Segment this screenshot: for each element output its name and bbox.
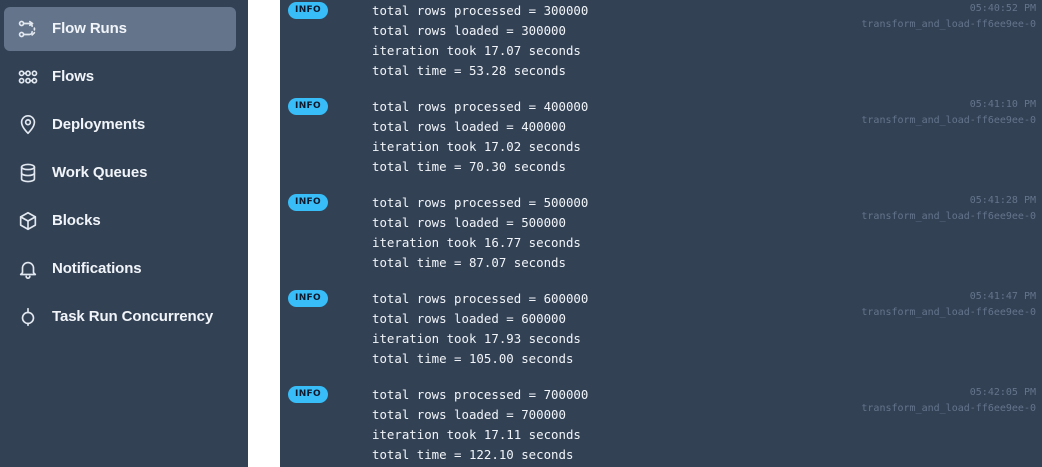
log-timestamp: 05:41:10 PM bbox=[969, 99, 1036, 110]
content-gutter bbox=[248, 0, 280, 467]
log-timestamp: 05:41:28 PM bbox=[969, 195, 1036, 206]
log-message-line: total rows processed = 700000 bbox=[372, 387, 589, 402]
sidebar-item-label: Notifications bbox=[52, 260, 142, 277]
log-level-badge: INFO bbox=[288, 2, 328, 19]
log-level-badge: INFO bbox=[288, 98, 328, 115]
log-entry: INFO total rows processed = 700000 total… bbox=[280, 384, 1042, 467]
log-entry: INFO total rows processed = 500000 total… bbox=[280, 192, 1042, 288]
log-message-line: total time = 53.28 seconds bbox=[372, 63, 566, 78]
log-message-line: total time = 105.00 seconds bbox=[372, 351, 574, 366]
log-message-line: total time = 87.07 seconds bbox=[372, 255, 566, 270]
sidebar: Flow Runs Flows Deployments Work Queues … bbox=[0, 0, 248, 467]
log-task-name[interactable]: transform_and_load-ff6ee9ee-0 bbox=[861, 211, 1036, 222]
log-message-line: iteration took 17.93 seconds bbox=[372, 331, 581, 346]
log-message-line: total rows loaded = 700000 bbox=[372, 407, 566, 422]
sidebar-item-flows[interactable]: Flows bbox=[4, 55, 236, 99]
log-message-line: total rows loaded = 600000 bbox=[372, 311, 566, 326]
log-message-line: iteration took 17.11 seconds bbox=[372, 427, 581, 442]
log-message-line: total time = 70.30 seconds bbox=[372, 159, 566, 174]
log-message-line: total rows loaded = 300000 bbox=[372, 23, 566, 38]
log-message-line: iteration took 17.07 seconds bbox=[372, 43, 581, 58]
log-entry: INFO total rows processed = 400000 total… bbox=[280, 96, 1042, 192]
sidebar-item-work-queues[interactable]: Work Queues bbox=[4, 151, 236, 195]
sidebar-item-label: Deployments bbox=[52, 116, 146, 133]
sidebar-item-label: Task Run Concurrency bbox=[52, 308, 214, 325]
sidebar-item-blocks[interactable]: Blocks bbox=[4, 199, 236, 243]
flows-icon bbox=[17, 66, 39, 88]
sidebar-item-deployments[interactable]: Deployments bbox=[4, 103, 236, 147]
log-message-line: total rows processed = 600000 bbox=[372, 291, 589, 306]
log-message-line: total rows processed = 400000 bbox=[372, 99, 589, 114]
cube-icon bbox=[17, 210, 39, 232]
log-message-line: total rows processed = 500000 bbox=[372, 195, 589, 210]
log-level-badge: INFO bbox=[288, 386, 328, 403]
log-task-name[interactable]: transform_and_load-ff6ee9ee-0 bbox=[861, 19, 1036, 30]
log-message-line: iteration took 16.77 seconds bbox=[372, 235, 581, 250]
log-timestamp: 05:42:05 PM bbox=[969, 387, 1036, 398]
log-message-line: iteration took 17.02 seconds bbox=[372, 139, 581, 154]
log-timestamp: 05:40:52 PM bbox=[969, 3, 1036, 14]
log-message-line: total rows loaded = 500000 bbox=[372, 215, 566, 230]
log-level-badge: INFO bbox=[288, 290, 328, 307]
flow-runs-icon bbox=[17, 18, 39, 40]
concurrency-icon bbox=[17, 306, 39, 328]
log-message-line: total rows loaded = 400000 bbox=[372, 119, 566, 134]
log-task-name[interactable]: transform_and_load-ff6ee9ee-0 bbox=[861, 115, 1036, 126]
sidebar-item-label: Flow Runs bbox=[52, 20, 127, 37]
log-entry: INFO total rows processed = 600000 total… bbox=[280, 288, 1042, 384]
sidebar-item-flow-runs[interactable]: Flow Runs bbox=[4, 7, 236, 51]
log-message-line: total time = 122.10 seconds bbox=[372, 447, 574, 462]
database-icon bbox=[17, 162, 39, 184]
log-level-badge: INFO bbox=[288, 194, 328, 211]
log-entry: INFO total rows processed = 300000 total… bbox=[280, 0, 1042, 96]
log-message-line: total rows processed = 300000 bbox=[372, 3, 589, 18]
log-panel: INFO total rows processed = 300000 total… bbox=[280, 0, 1042, 467]
map-pin-icon bbox=[17, 114, 39, 136]
sidebar-item-task-run-concurrency[interactable]: Task Run Concurrency bbox=[4, 295, 236, 339]
log-task-name[interactable]: transform_and_load-ff6ee9ee-0 bbox=[861, 307, 1036, 318]
sidebar-item-label: Flows bbox=[52, 68, 95, 85]
sidebar-item-notifications[interactable]: Notifications bbox=[4, 247, 236, 291]
log-task-name[interactable]: transform_and_load-ff6ee9ee-0 bbox=[861, 403, 1036, 414]
log-timestamp: 05:41:47 PM bbox=[969, 291, 1036, 302]
bell-icon bbox=[17, 258, 39, 280]
sidebar-item-label: Blocks bbox=[52, 212, 101, 229]
sidebar-item-label: Work Queues bbox=[52, 164, 148, 181]
